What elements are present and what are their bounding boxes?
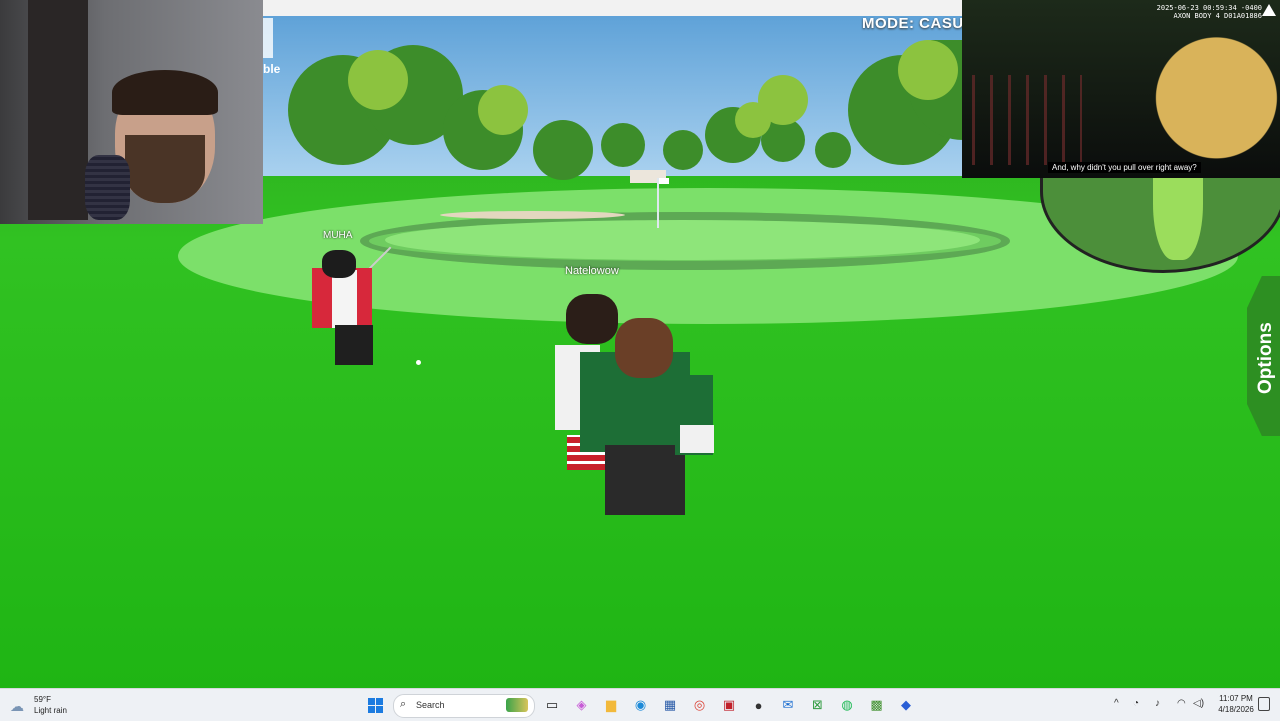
notification-icon[interactable] <box>1258 697 1270 711</box>
bodycam-fence <box>972 75 1082 165</box>
streamer-app-icon[interactable]: ▣ <box>718 694 740 716</box>
clock-date: 4/18/2026 <box>1218 705 1254 714</box>
player-muha-head <box>322 250 356 278</box>
file-explorer-icon[interactable]: ▆ <box>600 694 622 716</box>
webcam-overlay <box>0 0 263 224</box>
wifi-icon[interactable]: ◠ <box>1177 698 1186 709</box>
microphone-icon[interactable]: ♪ <box>1155 698 1160 709</box>
search-placeholder: Search <box>416 700 445 710</box>
streamer-beard <box>125 135 205 203</box>
task-view-icon[interactable]: ▭ <box>541 694 563 716</box>
volume-icon[interactable]: ◁) <box>1193 698 1204 709</box>
clock-time: 11:07 PM <box>1219 694 1253 703</box>
obs-icon[interactable]: ● <box>748 694 770 716</box>
streamer-hair <box>112 70 218 115</box>
player-nameplate-muha: MUHA <box>323 230 353 241</box>
partial-button[interactable] <box>263 18 273 58</box>
player-avatar-legs <box>605 445 685 515</box>
microphone <box>85 155 130 220</box>
options-label: Options <box>1255 322 1276 394</box>
search-icon: ⌕ <box>400 698 407 710</box>
weather-widget[interactable]: ☁ 59°F Light rain <box>10 694 80 716</box>
windows-logo-icon <box>367 697 383 713</box>
spotify-icon[interactable]: ◍ <box>836 694 858 716</box>
bodycam-timestamp: 2025-06-23 00:59:34 -0400 AXON BODY 4 D0… <box>1157 4 1262 20</box>
player-muha-legs <box>335 325 373 365</box>
player-natelowow-hair <box>566 294 618 344</box>
taskbar: ☁ 59°F Light rain ⌕ Search ▭ ◈ ▆ ◉ ▦ ◎ ▣ ● ✉ ⊠ ◍ ▩ ◆… <box>0 688 1280 721</box>
copilot-icon[interactable]: ◈ <box>571 694 593 716</box>
bodycam-subtitle: And, why didn't you pull over right away… <box>1048 162 1201 173</box>
outlook-icon[interactable]: ✉ <box>777 694 799 716</box>
chrome-icon[interactable]: ◎ <box>689 694 711 716</box>
bodycam-device-text: AXON BODY 4 D01A01886 <box>1173 12 1262 20</box>
game-mode-label: MODE: CASUA <box>862 15 975 32</box>
options-tab[interactable]: Options <box>1247 276 1280 436</box>
player-avatar-hand <box>680 425 714 453</box>
putting-green <box>385 220 980 260</box>
system-clock[interactable]: 11:07 PM 4/18/2026 <box>1212 693 1260 715</box>
partial-label: ble <box>263 62 281 76</box>
sand-bunker <box>440 211 625 219</box>
edge-icon[interactable]: ◉ <box>630 694 652 716</box>
golf-ball <box>416 360 421 365</box>
player-muha-shirt <box>332 270 357 328</box>
weather-temperature: 59°F <box>34 695 51 704</box>
player-avatar-hair <box>615 318 673 378</box>
bodycam-video-overlay: 2025-06-23 00:59:34 -0400 AXON BODY 4 D0… <box>962 0 1280 178</box>
show-hidden-icons-chevron[interactable]: ^ <box>1114 698 1119 709</box>
roblox-icon[interactable]: ◆ <box>895 694 917 716</box>
game-top-bar <box>263 0 963 16</box>
network-status-icon[interactable]: ◔ <box>1133 698 1139 709</box>
warning-triangle-icon <box>1262 4 1276 16</box>
player-nameplate-natelowow: Natelowow <box>565 265 619 277</box>
hole-flag <box>657 178 669 228</box>
xbox-icon[interactable]: ⊠ <box>807 694 829 716</box>
rain-cloud-icon: ☁ <box>10 698 24 714</box>
weather-description: Light rain <box>34 706 67 715</box>
bodycam-time-text: 2025-06-23 00:59:34 -0400 <box>1156 4 1262 12</box>
minecraft-icon[interactable]: ▩ <box>866 694 888 716</box>
search-highlight-icon <box>506 698 528 712</box>
webcam-door <box>28 0 88 220</box>
calculator-icon[interactable]: ▦ <box>659 694 681 716</box>
start-button[interactable] <box>364 694 386 716</box>
taskbar-search[interactable]: ⌕ Search <box>393 694 535 718</box>
